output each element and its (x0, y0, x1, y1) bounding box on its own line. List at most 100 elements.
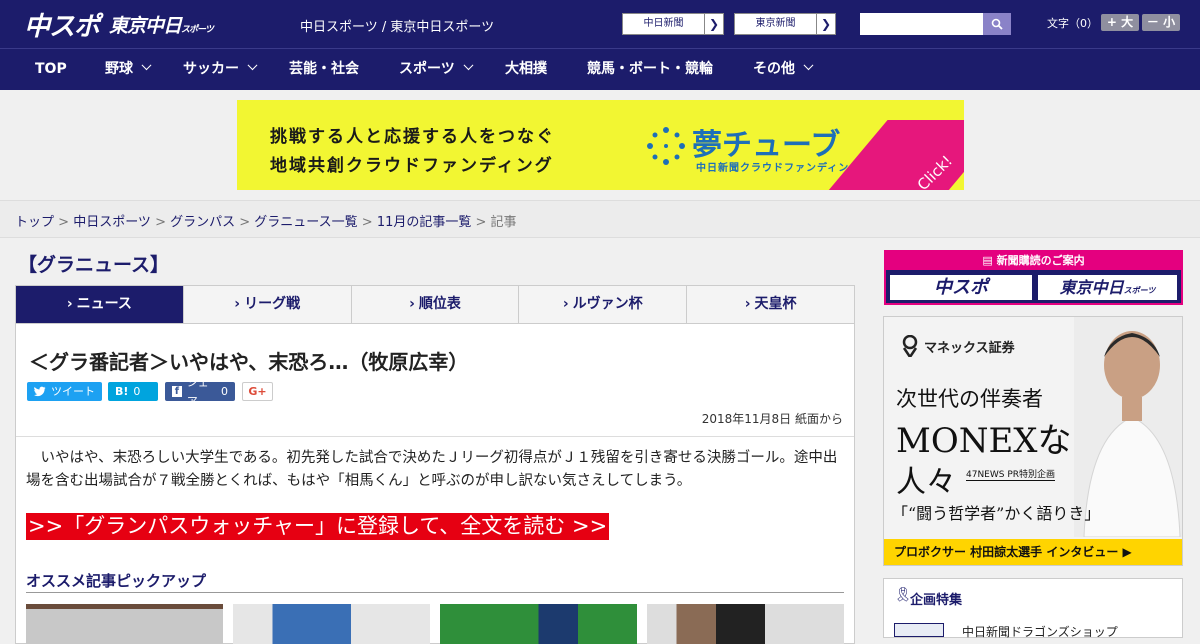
feature-thumbnail[interactable] (894, 623, 944, 637)
tab-league-label: リーグ戦 (244, 296, 301, 312)
tokyo-shimbun-link[interactable]: 東京新聞 ❯ (734, 13, 836, 35)
chevron-down-icon (463, 60, 474, 71)
nav-sports[interactable]: スポーツ (399, 49, 474, 90)
breadcrumb-grampus[interactable]: グランパス (170, 215, 235, 230)
site-logo[interactable]: 中スポ 東京中日スポーツ (24, 8, 214, 42)
tab-levain-cup[interactable]: › ルヴァン杯 (519, 286, 688, 323)
chevron-down-icon (141, 60, 152, 71)
pickup-thumbnail[interactable] (233, 604, 430, 644)
nav-racing[interactable]: 競馬・ボート・競輪 (587, 49, 713, 90)
google-plus-icon: G+ (248, 385, 267, 398)
breadcrumb-sep: > (471, 215, 491, 230)
breadcrumb: トップ > 中日スポーツ > グランパス > グラニュース一覧 > 11月の記事… (15, 211, 517, 230)
nav-baseball-label: 野球 (105, 61, 133, 77)
google-plus-button[interactable]: G+ (242, 382, 273, 401)
nav-soccer[interactable]: サッカー (183, 49, 258, 90)
chunichi-shimbun-link[interactable]: 中日新聞 ❯ (622, 13, 724, 35)
pickup-thumbnail[interactable] (647, 604, 844, 644)
hatena-bookmark-button[interactable]: B! 0 (108, 382, 158, 401)
breadcrumb-sep: > (235, 215, 255, 230)
hatena-count: 0 (133, 385, 141, 398)
yume-tube-dots-icon (647, 127, 685, 165)
tweet-button[interactable]: ツイート (27, 382, 102, 401)
search-input[interactable] (860, 13, 983, 35)
chevron-right-icon: › (562, 296, 569, 312)
nav-top-label: TOP (35, 61, 67, 77)
breadcrumb-bar: トップ > 中日スポーツ > グランパス > グラニュース一覧 > 11月の記事… (0, 200, 1200, 238)
tab-emperors-cup[interactable]: › 天皇杯 (687, 286, 854, 323)
nav-sumo-label: 大相撲 (505, 61, 547, 77)
subscription-box: ▤ 新聞購読のご案内 中スポ 東京中日スポーツ (884, 250, 1183, 305)
tab-news[interactable]: › ニュース (16, 286, 184, 323)
breadcrumb-gra-news-list[interactable]: グラニュース一覧 (254, 215, 357, 230)
divider (26, 592, 844, 593)
ad-quote: 「“闘う哲学者”かく語りき」 (892, 504, 1101, 523)
hatena-icon: B! (115, 385, 129, 398)
chevron-right-icon: › (66, 296, 73, 312)
crowdfunding-banner[interactable]: 挑戦する人と応援する人をつなぐ 地域共創クラウドファンディング 夢チューブ 中日… (237, 100, 964, 190)
pickup-thumbnail[interactable] (440, 604, 637, 644)
chevron-down-icon (803, 60, 814, 71)
chevron-right-icon: ❯ (708, 17, 720, 31)
feature-title: 企画特集 (910, 593, 963, 608)
nav-sports-label: スポーツ (399, 61, 455, 77)
subscription-head-label: 新聞購読のご案内 (996, 254, 1085, 267)
chevron-right-icon: ❯ (820, 17, 832, 31)
tab-standings[interactable]: › 順位表 (352, 286, 520, 323)
tokyo-shimbun-label: 東京新聞 (735, 14, 817, 34)
site-title-link[interactable]: 中日スポーツ / 東京中日スポーツ (300, 16, 494, 35)
pickup-title: オススメ記事ピックアップ (26, 572, 207, 590)
divider (16, 436, 854, 437)
article-date: 2018年11月8日 紙面から (701, 412, 843, 426)
subscription-head: ▤ 新聞購読のご案内 (886, 252, 1181, 270)
font-smaller-button[interactable]: － 小 (1142, 14, 1180, 31)
font-size-label: 文字（0） (1047, 17, 1098, 30)
register-read-full-link[interactable]: >>「グランパスウォッチャー」に登録して、全文を読む >> (26, 513, 610, 540)
facebook-icon: f (172, 386, 182, 397)
subscribe-tokyo-chunichi-label: 東京中日 (1059, 278, 1124, 297)
feature-box: 🎗 企画特集 中日新聞ドラゴンズショップ (883, 578, 1183, 640)
ad-footer: プロボクサー 村田諒太選手 インタビュー ▶ (884, 539, 1182, 565)
newspaper-icon: ▤ (982, 254, 997, 267)
breadcrumb-current: 記事 (490, 215, 517, 230)
breadcrumb-sep: > (150, 215, 171, 230)
pickup-thumbnail[interactable] (26, 604, 223, 644)
font-larger-button[interactable]: + 大 (1101, 14, 1139, 31)
news-tabs: › ニュース › リーグ戦 › 順位表 › ルヴァン杯 › 天皇杯 (15, 285, 855, 324)
ad-pr-label: 47NEWS PR特別企画 (966, 467, 1056, 481)
banner-line-1: 挑戦する人と応援する人をつなぐ (270, 127, 555, 147)
facebook-share-button[interactable]: f シェア 0 (165, 376, 235, 408)
breadcrumb-sep: > (357, 215, 377, 230)
article-headline: ＜グラ番記者＞いやはや、末恐ろ…（牧原広幸） (29, 350, 469, 374)
monex-ad[interactable]: マネックス証券 次世代の伴奏者 MONEXな 人々 47NEWS PR特別企画 … (883, 316, 1183, 566)
nav-entertainment-label: 芸能・社会 (289, 61, 359, 77)
chevron-right-icon: › (234, 296, 241, 312)
nav-baseball[interactable]: 野球 (105, 49, 152, 90)
ad-headline-2: 人々 (896, 465, 956, 500)
ad-tagline: 次世代の伴奏者 (896, 387, 1043, 411)
nav-sumo[interactable]: 大相撲 (505, 49, 547, 90)
logo-tokyo-chunichi: 東京中日スポーツ (109, 11, 214, 38)
monex-logo-icon (902, 335, 918, 357)
subscribe-tokyo-chunichi-small: スポーツ (1123, 286, 1156, 295)
breadcrumb-chunichi-sports[interactable]: 中日スポーツ (73, 215, 151, 230)
nav-entertainment[interactable]: 芸能・社会 (289, 49, 359, 90)
tab-league[interactable]: › リーグ戦 (184, 286, 352, 323)
nav-other[interactable]: その他 (753, 49, 814, 90)
tab-standings-label: 順位表 (418, 296, 461, 312)
feature-item-link[interactable]: 中日新聞ドラゴンズショップ (962, 623, 1118, 640)
nav-top[interactable]: TOP (35, 49, 67, 90)
breadcrumb-top[interactable]: トップ (15, 215, 54, 230)
facebook-share-label: シェア (186, 375, 209, 408)
category-title: 【グラニュース】 (18, 254, 170, 276)
chevron-right-icon: › (409, 296, 415, 312)
chunichi-shimbun-label: 中日新聞 (623, 14, 705, 34)
subscribe-chuspo-button[interactable]: 中スポ (889, 274, 1033, 301)
search-button[interactable] (983, 13, 1011, 35)
tweet-label: ツイート (51, 385, 95, 398)
subscribe-tokyo-chunichi-button[interactable]: 東京中日スポーツ (1037, 274, 1178, 301)
breadcrumb-november-list[interactable]: 11月の記事一覧 (377, 215, 472, 230)
article-body: いやはや、末恐ろしい大学生である。初先発した試合で決めたＪリーグ初得点がＪ１残留… (26, 450, 838, 489)
nav-soccer-label: サッカー (183, 61, 239, 77)
logo-tokyo-chunichi-text: 東京中日 (109, 14, 182, 37)
